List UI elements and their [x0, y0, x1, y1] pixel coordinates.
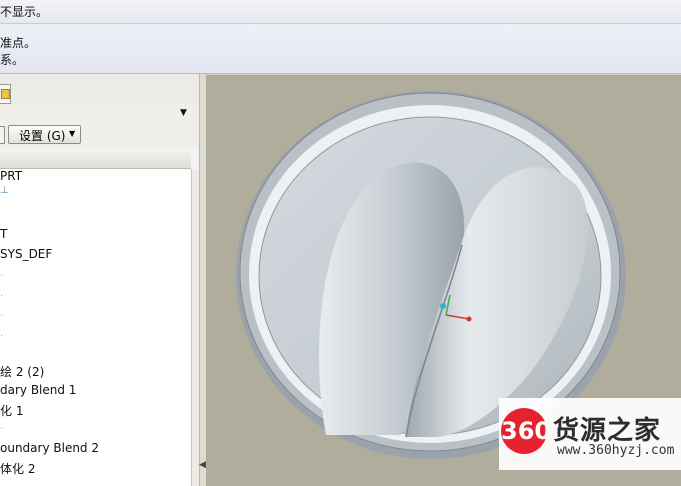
feature-icon: ·	[0, 311, 4, 322]
feature-icon: ·	[0, 271, 4, 282]
csys-icon: ⊥	[0, 185, 9, 196]
watermark-logo: 360	[501, 408, 551, 454]
folder-tab[interactable]	[0, 84, 11, 104]
message-line-2: 系。	[0, 53, 25, 67]
z-axis-icon	[440, 303, 446, 309]
model-tree-toolbar: ▼ 设置 (G) ▼	[0, 104, 199, 148]
model-tree-header	[0, 148, 191, 169]
folder-icon	[1, 89, 10, 99]
panel-tab-strip	[0, 74, 199, 105]
tree-item[interactable]: 化 1	[0, 402, 23, 420]
feature-icon: ·	[0, 291, 4, 302]
message-area-top: 不显示。	[0, 0, 681, 24]
x-axis-end-icon	[466, 316, 472, 322]
watermark-brand: 货源之家	[553, 416, 662, 446]
watermark: 360 货源之家 www.360hyzj.com	[499, 398, 681, 470]
message-area: 准点。 系。	[0, 24, 681, 74]
feature-icon: ·	[0, 331, 4, 342]
chevron-down-icon: ▼	[69, 129, 76, 138]
tree-item[interactable]: 体化 2	[0, 460, 35, 478]
dropdown-arrow-icon[interactable]: ▼	[180, 108, 187, 118]
tree-item[interactable]: dary Blend 1	[0, 383, 76, 401]
collapse-arrow-icon[interactable]: ◀	[199, 460, 206, 470]
show-button[interactable]	[0, 126, 5, 144]
watermark-url: www.360hyzj.com	[557, 443, 675, 458]
message-line-1: 准点。	[0, 36, 37, 50]
tree-item[interactable]: oundary Blend 2	[0, 441, 99, 459]
model-tree: PRT ⊥ T SYS_DEF · · · · 绘 2 (2) dary Ble…	[0, 169, 191, 486]
tree-item[interactable]: SYS_DEF	[0, 247, 52, 265]
settings-button-label: 设置 (G)	[19, 129, 66, 143]
settings-button[interactable]: 设置 (G) ▼	[8, 125, 81, 144]
model-tree-panel: ▼ 设置 (G) ▼ PRT ⊥ T SYS_DEF · · · · 绘 2 (…	[0, 74, 200, 486]
message-line-top: 不显示。	[0, 5, 49, 19]
tree-item[interactable]: T	[0, 227, 7, 245]
tree-item[interactable]: 绘 2 (2)	[0, 363, 44, 381]
feature-icon: ·	[0, 424, 4, 435]
